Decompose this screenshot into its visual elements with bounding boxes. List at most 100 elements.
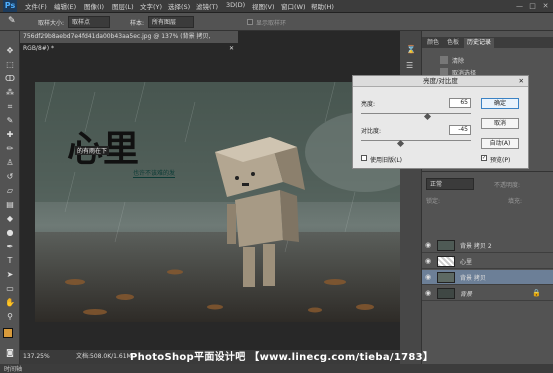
hand-tool-icon[interactable]: ✋: [4, 297, 16, 308]
menu-view[interactable]: 视图(V): [252, 1, 275, 11]
menu-image[interactable]: 图像(I): [84, 1, 104, 11]
zoom-level[interactable]: 137.25%: [23, 350, 50, 364]
sample-select[interactable]: 所有图层: [148, 16, 194, 28]
fill-label: 填充:: [508, 198, 523, 205]
menu-layer[interactable]: 图层(L): [112, 1, 134, 11]
layer-row[interactable]: ◉ 背景 🔒: [422, 286, 553, 301]
menu-window[interactable]: 窗口(W): [281, 1, 306, 11]
sample-size-label: 取样大小:: [38, 20, 65, 27]
brightness-label: 亮度:: [361, 101, 376, 108]
blur-tool-icon[interactable]: ◆: [4, 213, 16, 224]
path-select-icon[interactable]: ➤: [4, 269, 16, 280]
sample-size-select[interactable]: 取样点: [68, 16, 110, 28]
layer-row[interactable]: ◉ 心里: [422, 254, 553, 269]
photoshop-logo: Ps: [3, 0, 17, 12]
eyedropper-icon[interactable]: ✎: [8, 16, 16, 26]
contrast-label: 对比度:: [361, 128, 382, 135]
toolbox: ✥ ⬚ ↀ ⁂ ⌗ ✎ ✚ ✏ ♙ ↺ ▱ ▤ ◆ ● ✒ T ➤ ▭ ✋ ⚲ …: [0, 31, 20, 364]
canvas-scene: [35, 82, 400, 322]
tab-swatches[interactable]: 色板: [444, 38, 462, 48]
marquee-tool-icon[interactable]: ⬚: [4, 59, 16, 70]
brightness-slider-thumb[interactable]: [423, 112, 432, 121]
blend-mode-select[interactable]: 正常: [426, 178, 474, 190]
properties-panel-icon[interactable]: ☰: [406, 61, 413, 70]
layer-thumbnail: [437, 240, 455, 251]
layer-row[interactable]: ◉ 背景 拷贝 2: [422, 238, 553, 253]
canvas[interactable]: 心里 的有雨在下 也许不该难的发: [35, 82, 400, 322]
close-icon[interactable]: ✕: [540, 1, 551, 11]
type-tool-icon[interactable]: T: [4, 255, 16, 266]
blend-mode-value: 正常: [430, 181, 443, 188]
visibility-eye-icon[interactable]: ◉: [425, 289, 433, 297]
menu-help[interactable]: 帮助(H): [311, 1, 334, 11]
crop-tool-icon[interactable]: ⌗: [4, 101, 16, 112]
auto-button[interactable]: 自动(A): [481, 138, 519, 149]
layer-thumbnail: [437, 256, 455, 267]
brightness-input[interactable]: 65: [449, 98, 471, 108]
maximize-icon[interactable]: □: [527, 1, 538, 11]
subtitle-1: 的有雨在下: [75, 146, 110, 155]
menu-file[interactable]: 文件(F): [25, 1, 47, 11]
sample-value: 所有图层: [152, 19, 177, 26]
brightness-slider-track[interactable]: [361, 113, 471, 114]
visibility-eye-icon[interactable]: ◉: [425, 241, 433, 249]
eyedropper-tool-icon[interactable]: ✎: [4, 115, 16, 126]
sample-label: 样本:: [130, 20, 145, 27]
document-tab[interactable]: 756df29b8aebd7e4fd41da00b43aa5ec.jpg @ 1…: [20, 31, 238, 52]
lock-icon: 🔒: [532, 289, 541, 297]
brush-tool-icon[interactable]: ✏: [4, 143, 16, 154]
quick-mask-icon[interactable]: ◙: [4, 347, 16, 358]
pen-tool-icon[interactable]: ✒: [4, 241, 16, 252]
history-panel-tabs: 颜色 色板 历史记录: [422, 37, 553, 48]
dialog-title-text: 亮度/对比度: [423, 77, 458, 85]
history-brush-icon[interactable]: ↺: [4, 171, 16, 182]
ok-button[interactable]: 确定: [481, 98, 519, 109]
stamp-tool-icon[interactable]: ♙: [4, 157, 16, 168]
foreground-color-swatch[interactable]: [3, 328, 13, 338]
show-ring-checkbox[interactable]: [247, 19, 253, 25]
history-item-clear[interactable]: 清除: [440, 55, 550, 66]
tab-history[interactable]: 历史记录: [464, 38, 495, 48]
lock-label: 锁定:: [426, 198, 441, 205]
lasso-tool-icon[interactable]: ↀ: [4, 73, 16, 84]
layer-row-selected[interactable]: ◉ 背景 拷贝: [422, 270, 553, 285]
menu-edit[interactable]: 编辑(E): [54, 1, 76, 11]
subtitle-2: 也许不该难的发: [133, 170, 176, 178]
menu-filter[interactable]: 滤镜(T): [196, 1, 218, 11]
preview-checkbox[interactable]: ✓: [481, 155, 487, 161]
preview-label: 预览(P): [490, 157, 511, 164]
dialog-close-icon[interactable]: ✕: [519, 76, 524, 87]
close-tab-icon[interactable]: ✕: [229, 43, 234, 55]
menu-select[interactable]: 选择(S): [168, 1, 190, 11]
contrast-slider-thumb[interactable]: [396, 139, 404, 148]
quick-select-icon[interactable]: ⁂: [4, 87, 16, 98]
menu-type[interactable]: 文字(Y): [140, 1, 162, 11]
show-ring-label: 显示取样环: [256, 20, 287, 27]
contrast-slider-track[interactable]: [361, 140, 471, 141]
legacy-checkbox[interactable]: [361, 155, 367, 161]
contrast-value: -45: [458, 126, 468, 133]
move-tool-icon[interactable]: ✥: [4, 45, 16, 56]
cancel-button[interactable]: 取消: [481, 118, 519, 129]
layer-name: 背景: [460, 291, 473, 298]
timeline-tab[interactable]: 时间轴: [4, 364, 22, 373]
tab-color[interactable]: 颜色: [424, 38, 442, 48]
healing-tool-icon[interactable]: ✚: [4, 129, 16, 140]
contrast-input[interactable]: -45: [449, 125, 471, 135]
menu-3d[interactable]: 3D(D): [226, 1, 245, 9]
gradient-tool-icon[interactable]: ▤: [4, 199, 16, 210]
history-panel-icon[interactable]: ⌛: [406, 45, 416, 54]
shape-tool-icon[interactable]: ▭: [4, 283, 16, 294]
dodge-tool-icon[interactable]: ●: [4, 227, 16, 238]
layer-name: 背景 拷贝 2: [460, 243, 492, 250]
visibility-eye-icon[interactable]: ◉: [425, 273, 433, 281]
menu-bar: Ps 文件(F) 编辑(E) 图像(I) 图层(L) 文字(Y) 选择(S) 滤…: [0, 0, 553, 13]
minimize-icon[interactable]: —: [514, 1, 525, 11]
zoom-tool-icon[interactable]: ⚲: [4, 311, 16, 322]
eraser-tool-icon[interactable]: ▱: [4, 185, 16, 196]
history-item-label: 清除: [452, 58, 465, 65]
doc-size: 文档:508.0K/1.61M: [76, 353, 132, 360]
visibility-eye-icon[interactable]: ◉: [425, 257, 433, 265]
brightness-contrast-dialog: 亮度/对比度 ✕ 亮度: 65 对比度: -45 使用旧版(L) 确定 取消 自动…: [352, 75, 529, 169]
history-icon: [440, 56, 448, 64]
